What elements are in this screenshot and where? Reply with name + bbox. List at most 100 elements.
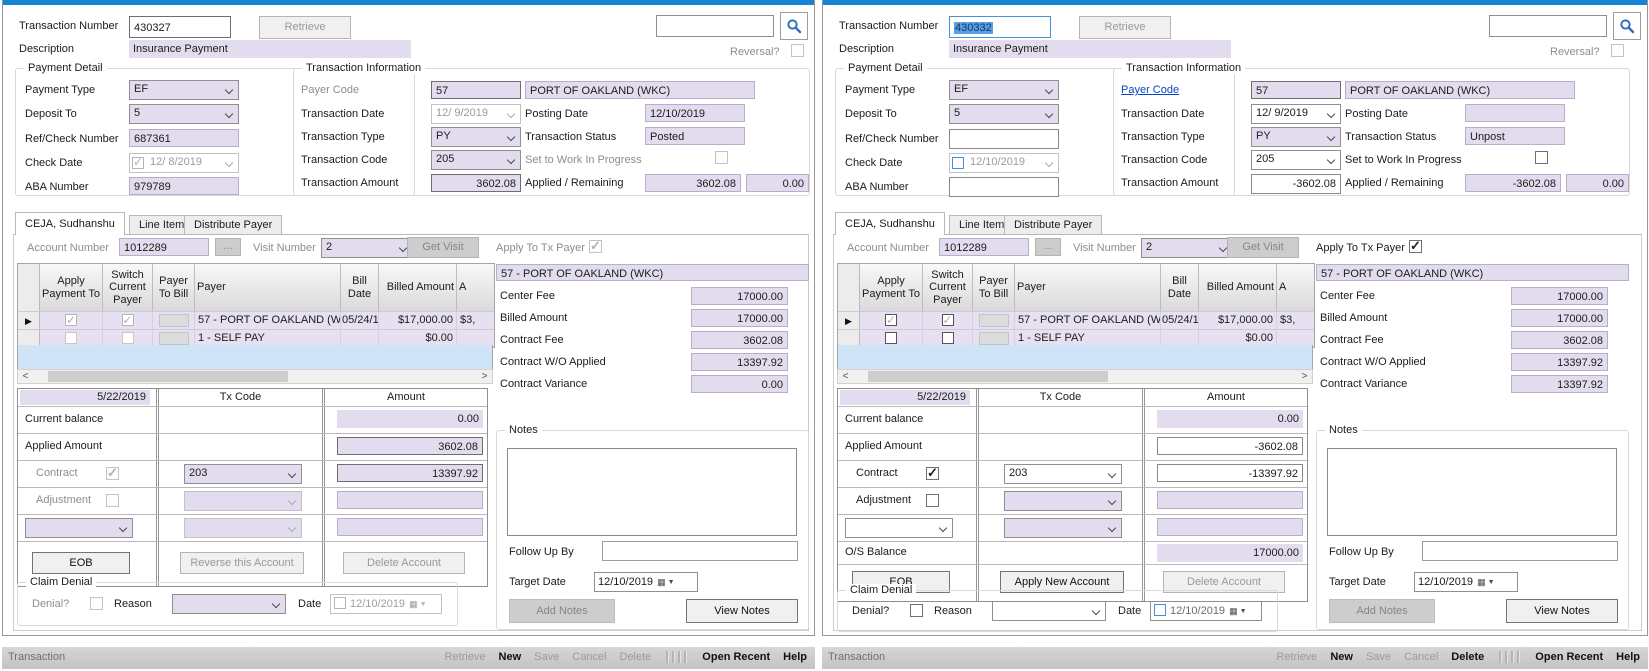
- switch-payer-checkbox[interactable]: [122, 314, 134, 326]
- view-notes-button[interactable]: View Notes: [686, 599, 798, 623]
- payer-code-field[interactable]: 57: [431, 81, 521, 99]
- view-notes-button[interactable]: View Notes: [1506, 599, 1618, 623]
- payment-type-combo[interactable]: EF: [129, 80, 239, 100]
- transaction-amount-field[interactable]: -3602.08: [1251, 174, 1341, 194]
- denial-date-checkbox[interactable]: [334, 597, 346, 609]
- visit-number-combo[interactable]: 2: [321, 238, 413, 258]
- tab-distribute-payer[interactable]: Distribute Payer: [184, 215, 282, 235]
- search-button[interactable]: [1613, 12, 1641, 40]
- apply-payment-checkbox[interactable]: [885, 332, 897, 344]
- contract-code-combo[interactable]: 203: [1004, 464, 1122, 484]
- wip-checkbox[interactable]: [1535, 151, 1548, 164]
- scroll-left-icon[interactable]: <: [838, 370, 853, 383]
- transaction-type-combo[interactable]: PY: [1251, 127, 1341, 147]
- check-date-picker[interactable]: 12/ 8/2019: [129, 153, 239, 173]
- payment-type-combo[interactable]: EF: [949, 80, 1059, 100]
- retrieve-button[interactable]: Retrieve: [1079, 16, 1171, 39]
- scrollbar-thumb[interactable]: [868, 371, 1108, 382]
- tab-patient[interactable]: CEJA, Sudhanshu: [835, 212, 945, 235]
- payer-row-1[interactable]: ▶ 57 - PORT OF OAKLAND (WK 05/24/19 $17,…: [838, 311, 1314, 329]
- transaction-date-picker[interactable]: 12/ 9/2019: [431, 104, 521, 124]
- scroll-right-icon[interactable]: >: [1297, 370, 1312, 383]
- tab-distribute-payer[interactable]: Distribute Payer: [1004, 215, 1102, 235]
- transaction-amount-field[interactable]: 3602.08: [431, 174, 521, 192]
- adjustment-code-combo[interactable]: [184, 491, 302, 511]
- reverse-account-button[interactable]: Reverse this Account: [180, 552, 304, 574]
- scrollbar-thumb[interactable]: [48, 371, 288, 382]
- account-number-field[interactable]: 1012289: [119, 238, 209, 256]
- scroll-left-icon[interactable]: <: [18, 370, 33, 383]
- get-visit-button[interactable]: Get Visit: [1227, 237, 1299, 258]
- adjustment-checkbox[interactable]: [106, 494, 119, 507]
- aba-field[interactable]: 979789: [129, 177, 239, 195]
- account-number-field[interactable]: 1012289: [939, 238, 1029, 256]
- follow-up-input[interactable]: [602, 541, 798, 561]
- status-save[interactable]: Save: [534, 651, 559, 663]
- contract-amount-value[interactable]: -13397.92: [1157, 464, 1303, 482]
- deposit-to-combo[interactable]: 5: [129, 104, 239, 124]
- visit-number-combo[interactable]: 2: [1141, 238, 1233, 258]
- account-lookup-button[interactable]: ...: [215, 238, 241, 256]
- switch-payer-checkbox[interactable]: [122, 332, 134, 344]
- grid-hscrollbar[interactable]: < >: [837, 369, 1313, 384]
- contract-amount-value[interactable]: 13397.92: [337, 464, 483, 482]
- reversal-checkbox[interactable]: [791, 44, 804, 57]
- account-lookup-button[interactable]: ...: [1035, 238, 1061, 256]
- transaction-date-picker[interactable]: 12/ 9/2019: [1251, 104, 1341, 124]
- target-date-picker[interactable]: 12/10/2019▦▼: [1414, 572, 1518, 592]
- adjustment-code-combo[interactable]: [1004, 491, 1122, 511]
- transaction-type-combo[interactable]: PY: [431, 127, 521, 147]
- tab-patient[interactable]: CEJA, Sudhanshu: [15, 212, 125, 235]
- denial-checkbox[interactable]: [90, 597, 103, 610]
- reason-combo[interactable]: [992, 601, 1106, 621]
- status-delete[interactable]: Delete: [620, 651, 652, 663]
- denial-checkbox[interactable]: [910, 604, 923, 617]
- status-cancel[interactable]: Cancel: [1404, 651, 1438, 663]
- target-date-picker[interactable]: 12/10/2019▦▼: [594, 572, 698, 592]
- status-retrieve[interactable]: Retrieve: [445, 651, 486, 663]
- delete-account-button[interactable]: Delete Account: [343, 552, 465, 574]
- status-new[interactable]: New: [1330, 651, 1353, 663]
- apply-payment-checkbox[interactable]: [885, 314, 897, 326]
- status-open-recent[interactable]: Open Recent: [1535, 651, 1603, 663]
- status-delete[interactable]: Delete: [1451, 651, 1484, 663]
- ref-check-field[interactable]: 687361: [129, 129, 239, 147]
- adjustment-amount-value[interactable]: [1157, 491, 1303, 509]
- denial-date-picker[interactable]: 12/10/2019▦▼: [330, 594, 442, 614]
- status-save[interactable]: Save: [1366, 651, 1391, 663]
- add-notes-button[interactable]: Add Notes: [509, 599, 615, 623]
- aba-field[interactable]: [949, 177, 1059, 197]
- transaction-code-combo[interactable]: 205: [1251, 150, 1341, 170]
- applied-amount-value[interactable]: 3602.08: [337, 437, 483, 455]
- adjustment-amount-value[interactable]: [337, 491, 483, 509]
- denial-date-picker[interactable]: 12/10/2019▦▼: [1150, 601, 1262, 621]
- ref-check-field[interactable]: [949, 129, 1059, 149]
- search-input[interactable]: [656, 15, 774, 37]
- wip-checkbox[interactable]: [715, 151, 728, 164]
- applied-amount-value[interactable]: -3602.08: [1157, 437, 1303, 455]
- description-field[interactable]: Insurance Payment: [949, 40, 1231, 58]
- description-field[interactable]: Insurance Payment: [129, 40, 411, 58]
- status-retrieve[interactable]: Retrieve: [1276, 651, 1317, 663]
- check-date-checkbox[interactable]: [952, 157, 964, 169]
- get-visit-button[interactable]: Get Visit: [407, 237, 479, 258]
- apply-payment-checkbox[interactable]: [65, 314, 77, 326]
- retrieve-button[interactable]: Retrieve: [259, 16, 351, 39]
- extra-type-combo[interactable]: [25, 518, 133, 538]
- check-date-checkbox[interactable]: [132, 157, 144, 169]
- grid-hscrollbar[interactable]: < >: [17, 369, 493, 384]
- add-notes-button[interactable]: Add Notes: [1329, 599, 1435, 623]
- extra-type-combo[interactable]: [845, 518, 953, 538]
- eob-button[interactable]: EOB: [32, 552, 130, 574]
- status-help[interactable]: Help: [783, 651, 807, 663]
- reversal-checkbox[interactable]: [1611, 44, 1624, 57]
- check-date-picker[interactable]: 12/10/2019: [949, 153, 1059, 173]
- transaction-number-input[interactable]: 430332: [949, 16, 1051, 38]
- notes-textarea[interactable]: [507, 448, 797, 536]
- notes-textarea[interactable]: [1327, 448, 1617, 536]
- switch-payer-checkbox[interactable]: [942, 314, 954, 326]
- apply-payment-checkbox[interactable]: [65, 332, 77, 344]
- status-cancel[interactable]: Cancel: [572, 651, 606, 663]
- extra-code-combo[interactable]: [1004, 518, 1122, 538]
- extra-amount-value[interactable]: [1157, 518, 1303, 536]
